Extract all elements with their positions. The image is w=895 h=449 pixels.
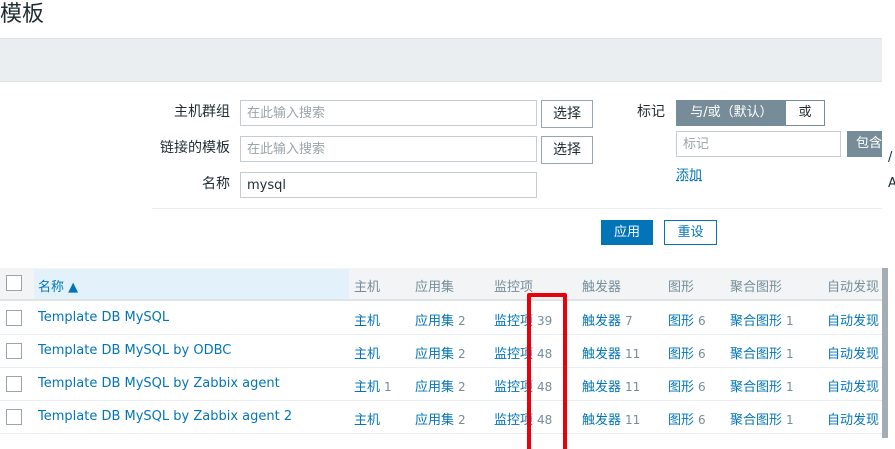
host-groups-label: 主机群组 — [174, 104, 230, 120]
graphs-link[interactable]: 图形 — [668, 413, 694, 428]
column-header-discovery: 自动发现 — [827, 280, 880, 295]
screens-count: 1 — [786, 314, 794, 328]
and-or-option[interactable]: 与/或（默认） — [677, 101, 786, 125]
tag-name-input[interactable] — [676, 131, 841, 157]
hosts-link[interactable]: 主机 — [354, 314, 380, 329]
table-row: Template DB MySQL by Zabbix agent 主机 1 应用… — [0, 368, 891, 401]
template-name-link[interactable]: Template DB MySQL — [38, 310, 169, 325]
row-checkbox[interactable] — [6, 376, 22, 392]
apps-link[interactable]: 应用集 — [415, 413, 454, 428]
column-header-hosts: 主机 — [354, 280, 381, 295]
apps-count: 2 — [458, 413, 466, 427]
template-name-link[interactable]: Template DB MySQL by Zabbix agent — [38, 376, 280, 391]
graphs-count: 6 — [698, 380, 706, 394]
graphs-link[interactable]: 图形 — [668, 380, 694, 395]
select-all-checkbox[interactable] — [6, 275, 22, 291]
reset-button[interactable]: 重设 — [664, 220, 717, 245]
edge-glyph: A — [888, 176, 895, 191]
row-checkbox[interactable] — [6, 310, 22, 326]
tags-label: 标记 — [637, 104, 665, 120]
apply-button[interactable]: 应用 — [601, 220, 653, 245]
graphs-count: 6 — [698, 314, 706, 328]
tags-evaltype-toggle[interactable]: 与/或（默认） 或 — [676, 100, 825, 126]
discovery-link[interactable]: 自动发现 — [827, 413, 879, 428]
discovery-link[interactable]: 自动发现 — [827, 314, 879, 329]
name-label: 名称 — [202, 176, 230, 192]
sorted-column-highlight — [34, 269, 349, 299]
column-header-items: 监控项 — [494, 280, 534, 295]
page-title: 模板 — [0, 2, 45, 27]
add-tag-link[interactable]: 添加 — [676, 164, 702, 183]
column-header-triggers: 触发器 — [582, 280, 622, 295]
template-name-link[interactable]: Template DB MySQL by ODBC — [38, 343, 231, 358]
screens-count: 1 — [786, 413, 794, 427]
apps-link[interactable]: 应用集 — [415, 380, 454, 395]
screens-link[interactable]: 聚合图形 — [730, 314, 782, 329]
filter-divider — [152, 208, 882, 209]
screens-link[interactable]: 聚合图形 — [730, 347, 782, 362]
host-groups-input[interactable] — [240, 100, 537, 126]
linked-templates-select-button[interactable]: 选择 — [541, 136, 593, 164]
vertical-scrollbar[interactable] — [882, 268, 888, 438]
apps-count: 2 — [458, 347, 466, 361]
hosts-count: 1 — [384, 380, 392, 394]
column-header-apps: 应用集 — [415, 280, 455, 295]
graphs-count: 6 — [698, 347, 706, 361]
triggers-count: 7 — [625, 314, 633, 328]
graphs-link[interactable]: 图形 — [668, 314, 694, 329]
column-header-screens: 聚合图形 — [730, 280, 783, 295]
triggers-count: 11 — [625, 413, 641, 427]
edge-glyph: / — [888, 150, 893, 165]
triggers-link[interactable]: 触发器 — [582, 314, 621, 329]
name-input[interactable] — [240, 172, 537, 198]
graphs-link[interactable]: 图形 — [668, 347, 694, 362]
table-row: Template DB MySQL 主机 应用集 2 监控项 39 触发器 7 图形 6… — [0, 302, 891, 335]
table-row: Template DB MySQL by Zabbix agent 2 主机 应… — [0, 401, 891, 434]
column-header-graphs: 图形 — [668, 280, 695, 295]
or-option[interactable]: 或 — [786, 101, 824, 125]
triggers-count: 11 — [625, 347, 641, 361]
hosts-link[interactable]: 主机 — [354, 413, 380, 428]
discovery-link[interactable]: 自动发现 — [827, 380, 879, 395]
table-row: Template DB MySQL by ODBC 主机 应用集 2 监控项 48 … — [0, 335, 891, 368]
apps-count: 2 — [458, 314, 466, 328]
triggers-link[interactable]: 触发器 — [582, 347, 621, 362]
triggers-link[interactable]: 触发器 — [582, 380, 621, 395]
graphs-count: 6 — [698, 413, 706, 427]
row-checkbox[interactable] — [6, 409, 22, 425]
row-checkbox[interactable] — [6, 343, 22, 359]
red-highlight-box — [527, 293, 567, 449]
apps-link[interactable]: 应用集 — [415, 314, 454, 329]
hosts-link[interactable]: 主机 — [354, 347, 380, 362]
linked-templates-label: 链接的模板 — [160, 140, 230, 156]
screens-count: 1 — [786, 347, 794, 361]
linked-templates-input[interactable] — [240, 136, 537, 162]
screens-count: 1 — [786, 380, 794, 394]
column-header-name[interactable]: 名称 ▲ — [38, 276, 78, 295]
apps-link[interactable]: 应用集 — [415, 347, 454, 362]
screens-link[interactable]: 聚合图形 — [730, 413, 782, 428]
apps-count: 2 — [458, 380, 466, 394]
hosts-link[interactable]: 主机 — [354, 380, 380, 395]
screens-link[interactable]: 聚合图形 — [730, 380, 782, 395]
filter-tab-bar — [0, 38, 882, 82]
template-name-link[interactable]: Template DB MySQL by Zabbix agent 2 — [38, 409, 292, 424]
discovery-link[interactable]: 自动发现 — [827, 347, 879, 362]
triggers-count: 11 — [625, 380, 641, 394]
table-header: 名称 ▲ 主机 应用集 监控项 触发器 图形 聚合图形 自动发现 — [0, 268, 882, 301]
triggers-link[interactable]: 触发器 — [582, 413, 621, 428]
